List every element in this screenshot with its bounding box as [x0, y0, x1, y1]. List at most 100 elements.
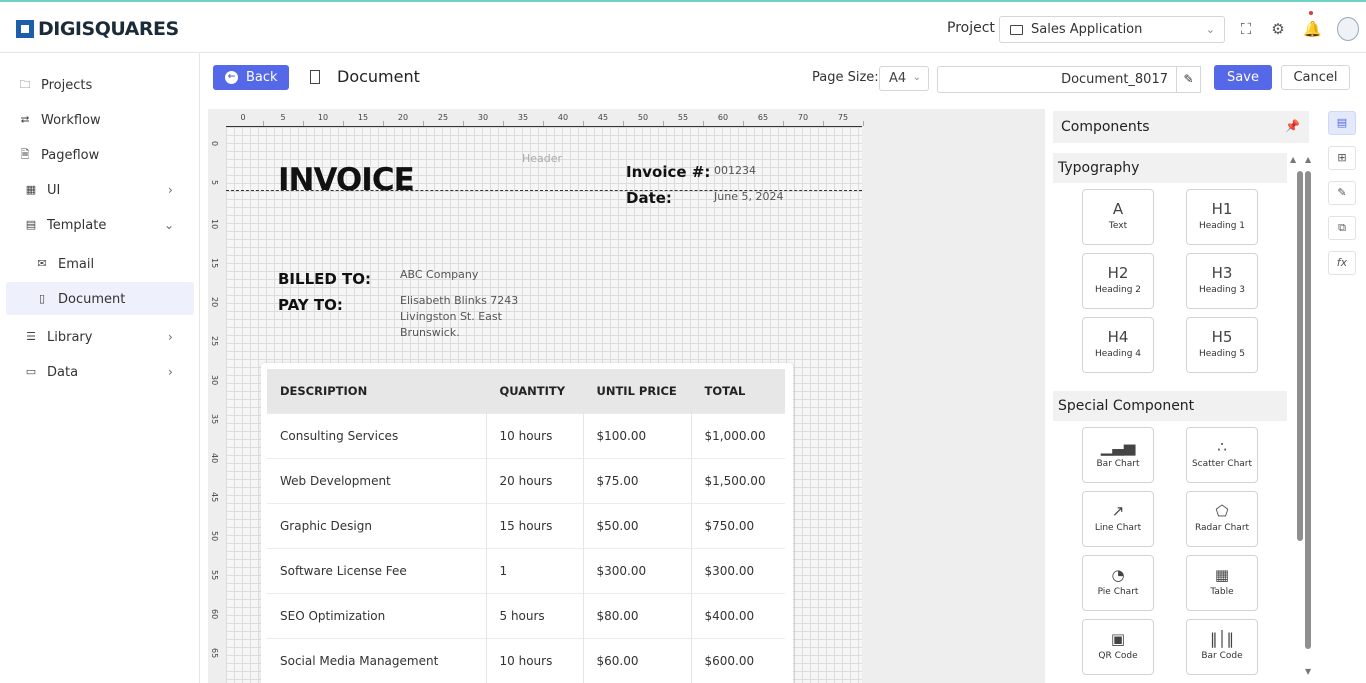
- pay-to-line-1[interactable]: Elisabeth Blinks 7243: [400, 293, 518, 309]
- brand-logo[interactable]: DIGISQUARES: [16, 18, 179, 40]
- sidebar-item-label: Document: [58, 291, 126, 307]
- component-text[interactable]: A Text: [1082, 189, 1154, 245]
- ruler-tick-label: 25: [437, 113, 449, 122]
- table-cell: $300.00: [690, 547, 785, 593]
- ruler-tick: [503, 121, 504, 126]
- components-rail-button[interactable]: ▤: [1328, 111, 1356, 135]
- component-bar-code[interactable]: ‖│‖ Bar Code: [1186, 619, 1258, 675]
- ruler-tick: [783, 121, 784, 126]
- invoice-number-label[interactable]: Invoice #:: [626, 163, 710, 181]
- sidebar-item-workflow[interactable]: ⮂ Workflow: [18, 110, 101, 130]
- page-size-select[interactable]: A4 ⌄: [879, 66, 929, 91]
- ruler-tick-label: 65: [757, 113, 769, 122]
- page-size-label: Page Size:: [812, 70, 879, 85]
- component-heading-1[interactable]: H1 Heading 1: [1186, 189, 1258, 245]
- fullscreen-icon[interactable]: ⛶: [1238, 21, 1254, 37]
- component-scatter-chart[interactable]: ∴ Scatter Chart: [1186, 427, 1258, 483]
- scroll-up-arrow[interactable]: ▲: [1290, 155, 1296, 164]
- document-page[interactable]: Header INVOICE Invoice #: 001234 Date: J…: [226, 127, 862, 683]
- qr-code-icon: ▣: [1110, 630, 1126, 648]
- ruler-tick: [543, 121, 544, 126]
- ruler-tick-label: 10: [317, 113, 329, 122]
- component-radar-chart[interactable]: ⬠ Radar Chart: [1186, 491, 1258, 547]
- component-heading-2[interactable]: H2 Heading 2: [1082, 253, 1154, 309]
- chevron-down-icon: ⌄: [912, 72, 921, 83]
- ruler-tick-label: 60: [210, 609, 219, 620]
- ruler-tick-label: 60: [717, 113, 729, 122]
- invoice-number-value[interactable]: 001234: [714, 163, 756, 179]
- outer-scrollbar[interactable]: [1305, 171, 1311, 649]
- sidebar-item-email[interactable]: ✉ Email: [35, 254, 94, 274]
- heading-4-icon: H4: [1107, 328, 1129, 346]
- component-pie-chart[interactable]: ◔ Pie Chart: [1082, 555, 1154, 611]
- table-icon: ▦: [1214, 566, 1230, 584]
- component-table[interactable]: ▦ Table: [1186, 555, 1258, 611]
- save-button[interactable]: Save: [1214, 65, 1272, 90]
- component-heading-5[interactable]: H5 Heading 5: [1186, 317, 1258, 373]
- column-header: TOTAL: [690, 369, 785, 413]
- bell-icon[interactable]: 🔔: [1303, 21, 1322, 37]
- pin-icon[interactable]: 📌: [1285, 119, 1300, 133]
- table-row[interactable]: Software License Fee 1 $300.00 $300.00: [267, 547, 785, 593]
- chevron-right-icon: ›: [168, 183, 173, 197]
- date-label[interactable]: Date:: [626, 189, 672, 207]
- sidebar-item-pageflow[interactable]: 🗎 Pageflow: [18, 145, 100, 165]
- invoice-table[interactable]: DESCRIPTION QUANTITY UNTIL PRICE TOTAL C…: [261, 363, 793, 683]
- billed-to-label[interactable]: BILLED TO:: [278, 270, 371, 288]
- project-select[interactable]: Sales Application ⌄: [999, 16, 1225, 43]
- ruler-tick: [863, 121, 864, 126]
- layers-rail-button[interactable]: ⧉: [1328, 216, 1356, 240]
- cancel-button[interactable]: Cancel: [1281, 65, 1350, 90]
- panel-scrollbar[interactable]: [1297, 171, 1303, 541]
- gear-icon[interactable]: ⚙: [1270, 21, 1286, 37]
- component-label: QR Code: [1098, 651, 1138, 661]
- ruler-left: 0 5 10 15 20 25 30 35 40 45 50 55 60 65: [208, 127, 226, 683]
- sidebar-item-library[interactable]: ☰ Library ›: [24, 327, 173, 347]
- edit-name-button[interactable]: ✎: [1177, 66, 1201, 93]
- styles-rail-button[interactable]: ✎: [1328, 181, 1356, 205]
- avatar[interactable]: [1337, 17, 1359, 41]
- billed-to-value[interactable]: ABC Company: [400, 267, 478, 283]
- document-name-input[interactable]: Document_8017: [937, 66, 1177, 93]
- sidebar-item-label: Workflow: [41, 112, 101, 128]
- component-heading-4[interactable]: H4 Heading 4: [1082, 317, 1154, 373]
- table-row[interactable]: SEO Optimization 5 hours $80.00 $400.00: [267, 592, 785, 638]
- sidebar-item-template[interactable]: ▤ Template ⌄: [24, 215, 174, 235]
- component-line-chart[interactable]: ↗ Line Chart: [1082, 491, 1154, 547]
- page-title-text: Document: [337, 67, 420, 86]
- formula-rail-button[interactable]: fx: [1328, 251, 1356, 275]
- workflow-icon: ⮂: [20, 113, 30, 126]
- heading-2-icon: H2: [1107, 264, 1129, 282]
- sidebar-item-data[interactable]: ▭ Data ›: [24, 362, 173, 382]
- table-cell: Graphic Design: [267, 502, 486, 548]
- brush-icon: ✎: [1337, 186, 1347, 199]
- ruler-tick-label: 20: [397, 113, 409, 122]
- table-row[interactable]: Web Development 20 hours $75.00 $1,500.0…: [267, 457, 785, 503]
- sidebar-item-document[interactable]: ▯ Document: [35, 289, 125, 309]
- top-bar: DIGISQUARES Project Sales Application ⌄ …: [0, 0, 1366, 53]
- component-label: Heading 5: [1198, 349, 1246, 359]
- pay-to-line-3[interactable]: Brunswick.: [400, 325, 460, 341]
- sidebar-item-projects[interactable]: 🗀 Projects: [18, 75, 93, 95]
- pay-to-label[interactable]: PAY TO:: [278, 296, 343, 314]
- table-cell: $750.00: [690, 502, 785, 548]
- scroll-up-arrow[interactable]: ▲: [1305, 155, 1311, 164]
- component-heading-3[interactable]: H3 Heading 3: [1186, 253, 1258, 309]
- ruler-tick: [823, 121, 824, 126]
- back-button[interactable]: ← Back: [213, 65, 289, 90]
- component-qr-code[interactable]: ▣ QR Code: [1082, 619, 1154, 675]
- table-row[interactable]: Graphic Design 15 hours $50.00 $750.00: [267, 502, 785, 548]
- ruler-tick-label: 75: [837, 113, 849, 122]
- sidebar-item-ui[interactable]: ▦ UI ›: [24, 180, 173, 200]
- barcode-icon: ‖│‖: [1209, 630, 1235, 648]
- invoice-title[interactable]: INVOICE: [278, 162, 415, 198]
- table-row[interactable]: Social Media Management 10 hours $60.00 …: [267, 637, 785, 683]
- component-bar-chart[interactable]: ▁▃▅ Bar Chart: [1082, 427, 1154, 483]
- document-canvas[interactable]: 0 5 10 15 20 25 30 35 40 45 50 55 60 65 70 75 0 5 10 15 20 2…: [208, 109, 1045, 683]
- table-row[interactable]: Consulting Services 10 hours $100.00 $1,…: [267, 412, 785, 458]
- date-value[interactable]: June 5, 2024: [714, 189, 783, 205]
- scroll-down-arrow[interactable]: ▼: [1305, 667, 1311, 676]
- properties-rail-button[interactable]: ⊞: [1328, 146, 1356, 170]
- pay-to-line-2[interactable]: Livingston St. East: [400, 309, 502, 325]
- ui-grid-icon: ▦: [25, 183, 37, 196]
